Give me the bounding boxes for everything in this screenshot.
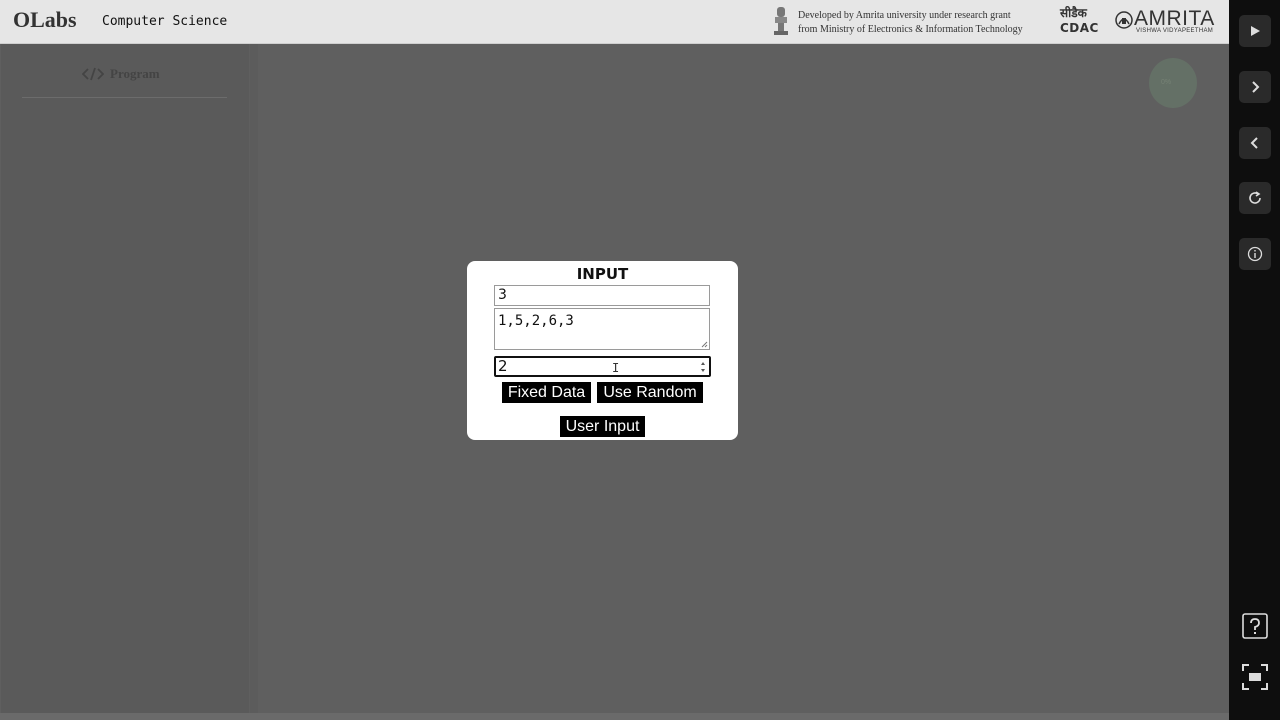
text-cursor-icon: I [612,361,620,375]
cdac-latin-text: CDAC [1060,21,1099,35]
panel-divider[interactable] [250,44,258,714]
use-random-button[interactable]: Use Random [597,382,703,403]
left-panel [1,44,249,714]
amrita-logo: AMRITA VISHWA VIDYAPEETHAM [1114,8,1218,38]
number-spinner-icon[interactable] [699,360,707,374]
olabs-logo[interactable]: OLabs [13,7,77,33]
amrita-subtitle: VISHWA VIDYAPEETHAM [1136,28,1214,34]
info-button[interactable] [1239,238,1271,270]
amrita-emblem-icon [1115,11,1133,29]
help-button[interactable] [1240,611,1270,641]
resize-handle-icon[interactable] [701,341,708,348]
fixed-data-button[interactable]: Fixed Data [502,382,591,403]
user-input-button[interactable]: User Input [560,416,645,437]
array-size-input[interactable]: 3 [494,285,710,306]
cdac-hindi-text: सीडैक [1060,6,1087,20]
reload-icon [1249,191,1261,204]
next-step-button[interactable] [1239,71,1271,103]
reload-button[interactable] [1239,182,1271,214]
search-key-input[interactable]: 2 [494,356,711,377]
tab-program[interactable]: Program [82,66,160,82]
previous-icon [1250,137,1258,149]
tab-underline [22,97,227,98]
help-icon [1242,613,1268,639]
array-elements-text: 1,5,2,6,3 [498,313,574,329]
progress-text: 0% [1161,79,1172,86]
play-button[interactable] [1239,15,1271,47]
tab-program-label: Program [110,66,160,81]
input-dialog: INPUT 3 1,5,2,6,3 2 I Fixed Data Use Ran… [467,261,738,440]
developer-credit: Developed by Amrita university under res… [798,10,1023,35]
top-header: OLabs Computer Science Developed by Amri… [0,0,1229,44]
play-icon [1251,26,1260,36]
amrita-name: AMRITA [1134,7,1215,30]
control-rail [1229,0,1280,720]
dialog-title: INPUT [576,265,629,283]
fullscreen-icon [1242,664,1268,690]
fullscreen-button[interactable] [1240,662,1270,692]
bottom-scrollbar[interactable] [0,713,1229,720]
progress-circle: 0% [1149,58,1197,108]
array-elements-textarea[interactable]: 1,5,2,6,3 [494,308,710,350]
next-icon [1252,81,1260,93]
subject-title: Computer Science [102,14,228,29]
national-emblem-icon [774,7,788,35]
cdac-logo: सीडैक CDAC [1060,6,1102,38]
code-icon [82,67,104,81]
info-icon [1247,246,1263,262]
previous-step-button[interactable] [1239,127,1271,159]
search-key-value: 2 [498,357,508,375]
